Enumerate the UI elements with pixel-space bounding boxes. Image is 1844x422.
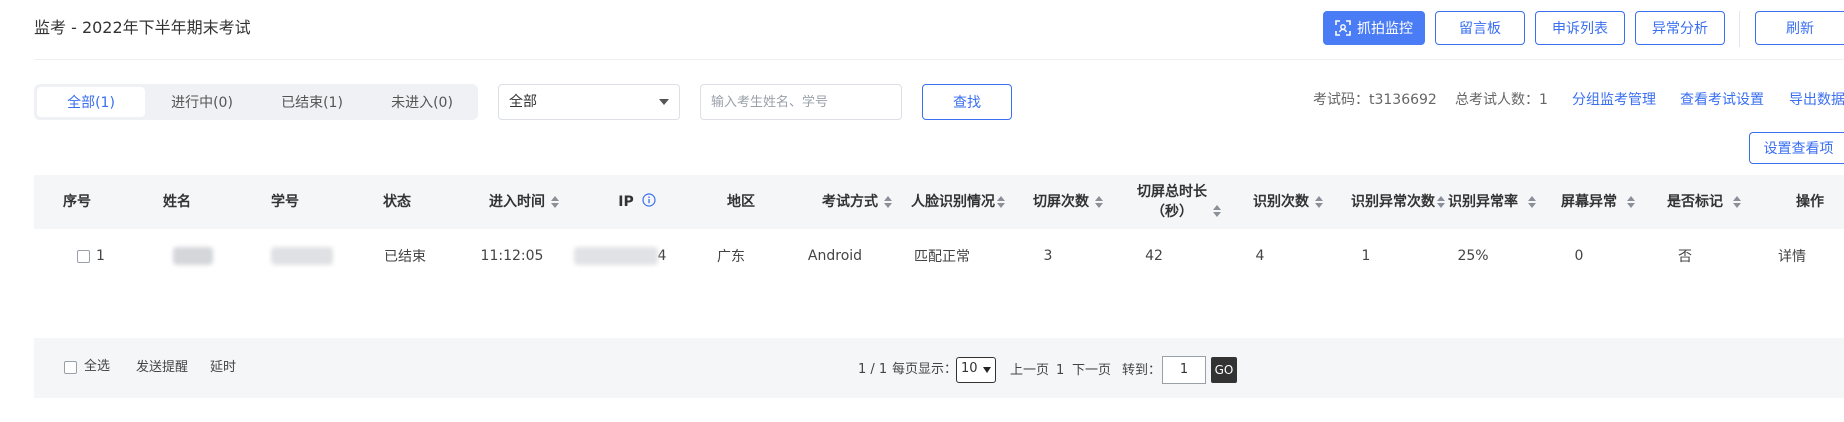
row-checkbox[interactable]: [77, 249, 91, 263]
appeal-list-button[interactable]: 申诉列表: [1535, 11, 1625, 45]
table-header: 序号 姓名 学号 状态 进入时间 IP 地区 考试方式 人脸识别情况 切屏次数 …: [34, 175, 1844, 229]
set-view-items-button[interactable]: 设置查看项: [1749, 132, 1844, 164]
sort-icon: [997, 196, 1005, 208]
go-button[interactable]: GO: [1211, 357, 1237, 383]
blurred-student-id: [271, 247, 333, 265]
tab-not-entered[interactable]: 未进入(0): [368, 87, 476, 117]
group-proctor-link[interactable]: 分组监考管理: [1572, 90, 1656, 110]
col-switch-duration-line1: 切屏总时长: [1137, 184, 1207, 200]
col-region: 地区: [727, 194, 755, 210]
row-enter-time: 11:12:05: [480, 248, 544, 264]
row-exam-mode: Android: [807, 248, 863, 264]
row-recognition-anomaly-count: 1: [1361, 248, 1371, 264]
row-index-cell: 1: [66, 236, 116, 276]
delay-link[interactable]: 延时: [210, 358, 236, 378]
col-enter-time-label: 进入时间: [489, 194, 545, 210]
row-switch-duration: 42: [1145, 248, 1163, 264]
chevron-down-icon: [983, 367, 991, 373]
col-recognition-anomaly-rate-label: 识别异常率: [1448, 194, 1518, 210]
col-switch-duration-line2: （秒）: [1151, 204, 1193, 220]
per-page-label: 每页显示：: [892, 362, 958, 377]
sort-icon: [1213, 205, 1221, 217]
row-detail-link[interactable]: 详情: [1762, 236, 1822, 276]
col-recognition-count-label: 识别次数: [1253, 194, 1309, 210]
per-page-select[interactable]: 10: [956, 357, 996, 383]
row-screen-anomaly: 0: [1574, 248, 1584, 264]
col-enter-time[interactable]: 进入时间: [464, 175, 584, 229]
row-recognition-anomaly-rate: 25%: [1457, 248, 1489, 264]
tab-all[interactable]: 全部(1): [37, 87, 145, 117]
col-recognition-anomaly-count-label: 识别异常次数: [1351, 194, 1435, 210]
col-switch-count[interactable]: 切屏次数: [1008, 175, 1128, 229]
goto-label: 转到：: [1122, 363, 1162, 378]
col-face-recognition[interactable]: 人脸识别情况: [890, 175, 1026, 229]
goto-page-input[interactable]: 1: [1162, 356, 1206, 384]
export-link[interactable]: 导出数据: [1789, 90, 1844, 110]
total-examinees: 总考试人数：1: [1455, 92, 1548, 108]
blurred-name: [173, 247, 213, 265]
sort-icon: [1627, 196, 1635, 208]
col-marked-label: 是否标记: [1667, 194, 1723, 210]
search-input[interactable]: [700, 84, 902, 120]
col-face-recognition-label: 人脸识别情况: [911, 194, 995, 210]
select-all-checkbox[interactable]: [64, 361, 77, 374]
row-ip: 4: [570, 236, 670, 276]
capture-label: 抓拍监控: [1357, 21, 1413, 37]
blurred-ip: [573, 247, 658, 265]
col-switch-count-label: 切屏次数: [1033, 194, 1089, 210]
row-status: 已结束: [384, 249, 426, 265]
current-page[interactable]: 1: [1056, 361, 1064, 381]
prev-page-link[interactable]: 上一页: [1010, 361, 1049, 381]
row-ip-suffix: 4: [657, 248, 667, 264]
col-action: 操作: [1796, 194, 1824, 210]
sort-icon: [1095, 196, 1103, 208]
message-board-button[interactable]: 留言板: [1435, 11, 1525, 45]
header-separator: [1739, 11, 1740, 47]
sort-icon: [551, 196, 559, 208]
col-switch-duration-label: 切屏总时长 （秒）: [1137, 182, 1207, 222]
sort-icon: [1733, 196, 1741, 208]
col-exam-mode-label: 考试方式: [822, 194, 878, 210]
col-name: 姓名: [163, 194, 191, 210]
status-select[interactable]: 全部: [498, 84, 680, 120]
view-settings-link[interactable]: 查看考试设置: [1680, 90, 1764, 110]
col-switch-duration[interactable]: 切屏总时长 （秒）: [1114, 175, 1244, 229]
row-switch-count: 3: [1043, 248, 1053, 264]
info-icon[interactable]: [642, 193, 656, 207]
header-divider: [34, 59, 1844, 60]
row-region: 广东: [717, 249, 745, 265]
col-index: 序号: [63, 194, 91, 210]
col-screen-anomaly-label: 屏幕异常: [1561, 194, 1617, 210]
col-ip-label: IP: [618, 194, 634, 210]
next-page-link[interactable]: 下一页: [1072, 361, 1111, 381]
capture-icon: [1335, 20, 1351, 36]
col-ip: IP: [594, 175, 680, 229]
tab-ended[interactable]: 已结束(1): [258, 87, 366, 117]
col-marked[interactable]: 是否标记: [1636, 175, 1772, 229]
col-status: 状态: [383, 194, 411, 210]
col-student-id: 学号: [271, 194, 299, 210]
anomaly-analysis-button[interactable]: 异常分析: [1635, 11, 1725, 45]
chevron-down-icon: [659, 99, 669, 105]
page-info: 1 / 1: [858, 362, 888, 377]
row-name: [160, 236, 226, 276]
row-recognition-count: 4: [1255, 248, 1265, 264]
tab-in-progress[interactable]: 进行中(0): [148, 87, 256, 117]
select-all-label[interactable]: 全选: [84, 357, 110, 377]
row-student-id: [262, 236, 342, 276]
search-button[interactable]: 查找: [922, 84, 1012, 120]
status-tabs: 全部(1) 进行中(0) 已结束(1) 未进入(0): [34, 84, 478, 120]
row-index: 1: [96, 248, 105, 264]
page-title: 监考 - 2022年下半年期末考试: [34, 18, 251, 37]
capture-monitor-button[interactable]: 抓拍监控: [1323, 11, 1425, 45]
row-face-recognition: 匹配正常: [914, 249, 970, 265]
refresh-button[interactable]: 刷新: [1755, 11, 1844, 45]
status-select-value: 全部: [509, 94, 537, 110]
send-reminder-link[interactable]: 发送提醒: [136, 358, 188, 378]
row-marked: 否: [1678, 249, 1692, 265]
per-page-value: 10: [961, 361, 978, 376]
exam-code: 考试码：t3136692: [1313, 92, 1437, 108]
